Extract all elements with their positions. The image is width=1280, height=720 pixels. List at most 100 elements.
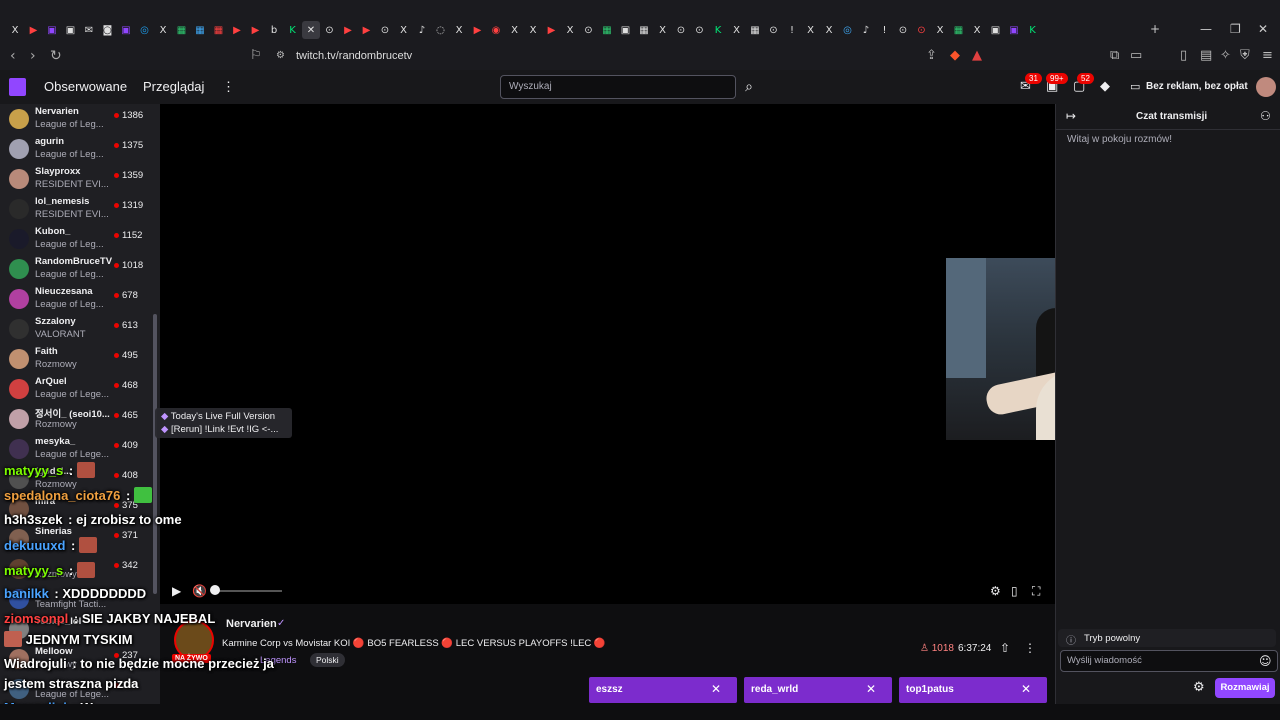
chat-settings-icon[interactable]: ⚙ [1193, 680, 1205, 695]
sidebar-toggle-icon[interactable]: ▯ [1180, 48, 1187, 63]
nav-browse[interactable]: Przeglądaj [143, 79, 204, 94]
sidebar-channel[interactable]: mira 375 [0, 494, 160, 524]
browser-tab-1[interactable]: ▶ [25, 21, 43, 39]
url-field[interactable]: twitch.tv/randombrucetv [296, 50, 412, 62]
video-player[interactable] [160, 104, 1055, 604]
play-icon[interactable]: ▶ [172, 584, 181, 598]
wallet-icon[interactable]: ▤ [1200, 48, 1212, 63]
browser-tab-45[interactable]: ◎ [839, 21, 857, 39]
browser-tab-42[interactable]: ! [783, 21, 801, 39]
sidebar-channel[interactable]: ArQuel League of Lege... 468 [0, 374, 160, 404]
browser-tab-6[interactable]: ▣ [117, 21, 135, 39]
close-icon[interactable]: ✕ [866, 682, 876, 696]
sidebar-channel[interactable]: League of Lege... 226 [0, 674, 160, 704]
menu-icon[interactable]: ≡ [1262, 48, 1273, 63]
channel-name[interactable]: Nervarien [226, 618, 277, 630]
sidebar-channel[interactable]: (god_l... Rozmowy 408 [0, 464, 160, 494]
browser-tab-23[interactable]: ◌ [432, 21, 450, 39]
browser-tab-52[interactable]: X [968, 21, 986, 39]
user-avatar[interactable] [1256, 77, 1276, 97]
browser-tab-44[interactable]: X [820, 21, 838, 39]
browser-tab-26[interactable]: ◉ [487, 21, 505, 39]
browser-tab-4[interactable]: ✉ [80, 21, 98, 39]
stream-game-link[interactable]: Legends [260, 655, 296, 666]
maximize-icon[interactable]: ❐ [1230, 22, 1241, 36]
browser-tab-48[interactable]: ⊙ [894, 21, 912, 39]
browser-tab-15[interactable]: K [284, 21, 302, 39]
browser-tab-29[interactable]: ▶ [543, 21, 561, 39]
browser-tab-0[interactable]: X [6, 21, 24, 39]
browser-tab-16[interactable]: ✕ [302, 21, 320, 39]
browser-tab-36[interactable]: ⊙ [672, 21, 690, 39]
browser-tab-51[interactable]: ▦ [950, 21, 968, 39]
extensions-icon[interactable]: ⧉ [1110, 48, 1119, 63]
browser-tab-49[interactable]: ⊙ [913, 21, 931, 39]
browser-tab-32[interactable]: ▦ [598, 21, 616, 39]
sidebar-channel[interactable]: Tobias_lol [0, 614, 160, 644]
close-icon[interactable]: ✕ [1021, 682, 1031, 696]
browser-tab-53[interactable]: ▣ [987, 21, 1005, 39]
theatre-mode-icon[interactable]: ▯ [1011, 584, 1018, 598]
sidebar-channel[interactable]: Faith Rozmowy 495 [0, 344, 160, 374]
browser-tab-8[interactable]: X [154, 21, 172, 39]
browser-tab-43[interactable]: X [802, 21, 820, 39]
volume-slider[interactable] [212, 590, 282, 592]
tag-chip[interactable]: reda_wrld ✕ [744, 677, 892, 703]
back-icon[interactable]: ‹ [10, 48, 16, 64]
tag-chip[interactable]: eszsz ✕ [589, 677, 737, 703]
browser-tab-9[interactable]: ▦ [173, 21, 191, 39]
sidebar-channel[interactable]: RandomBruceTV League of Leg... 1018 [0, 254, 160, 284]
chat-input[interactable] [1067, 655, 1247, 666]
sidebar-channel[interactable]: Sinerias 371 [0, 524, 160, 554]
sidebar-channel[interactable]: Nervarien League of Leg... 1386 [0, 104, 160, 134]
forward-icon[interactable]: › [30, 48, 36, 64]
screenshot-icon[interactable]: ▭ [1130, 48, 1142, 63]
browser-tab-47[interactable]: ! [876, 21, 894, 39]
new-tab-icon[interactable]: + [1150, 22, 1160, 36]
sidebar-channel[interactable]: Nieuczesana League of Leg... 678 [0, 284, 160, 314]
tag-chip[interactable]: top1patus ✕ [899, 677, 1047, 703]
browser-tab-35[interactable]: X [654, 21, 672, 39]
collapse-chat-icon[interactable]: ↦ [1066, 109, 1076, 123]
browser-tab-25[interactable]: ▶ [469, 21, 487, 39]
close-window-icon[interactable]: ✕ [1258, 22, 1268, 36]
browser-tab-14[interactable]: b [265, 21, 283, 39]
more-options-icon[interactable]: ⋮ [222, 79, 235, 95]
community-icon[interactable]: ⚇ [1260, 109, 1271, 123]
chat-send-button[interactable]: Rozmawiaj [1215, 678, 1275, 698]
browser-tab-27[interactable]: X [506, 21, 524, 39]
no-ads-button[interactable]: Bez reklam, bez opłat [1146, 81, 1248, 92]
browser-tab-41[interactable]: ⊙ [765, 21, 783, 39]
sidebar-channel[interactable]: Slayproxx RESIDENT EVI... 1359 [0, 164, 160, 194]
bits-icon[interactable]: ◆ [1100, 79, 1110, 94]
settings-icon[interactable]: ⚙ [990, 584, 1001, 598]
browser-tab-33[interactable]: ▣ [617, 21, 635, 39]
search-input[interactable]: Wyszukaj [500, 75, 736, 99]
browser-tab-30[interactable]: X [561, 21, 579, 39]
browser-tab-19[interactable]: ▶ [358, 21, 376, 39]
browser-tab-24[interactable]: X [450, 21, 468, 39]
browser-tab-11[interactable]: ▦ [210, 21, 228, 39]
browser-tab-7[interactable]: ◎ [136, 21, 154, 39]
browser-tab-13[interactable]: ▶ [247, 21, 265, 39]
brave-shield-icon[interactable]: ◆ [950, 48, 960, 63]
language-tag[interactable]: Polski [310, 653, 345, 667]
minimize-icon[interactable]: — [1200, 22, 1212, 36]
sidebar-channel[interactable]: Melloow Rozmowy 237 [0, 644, 160, 674]
browser-tab-50[interactable]: X [931, 21, 949, 39]
browser-tab-54[interactable]: ▣ [1005, 21, 1023, 39]
browser-tab-10[interactable]: ▦ [191, 21, 209, 39]
browser-tab-21[interactable]: X [395, 21, 413, 39]
browser-tab-17[interactable]: ⊙ [321, 21, 339, 39]
browser-tab-2[interactable]: ▣ [43, 21, 61, 39]
browser-tab-39[interactable]: X [728, 21, 746, 39]
browser-tab-12[interactable]: ▶ [228, 21, 246, 39]
share-stream-icon[interactable]: ⇧ [1000, 641, 1010, 655]
reload-icon[interactable]: ↻ [50, 48, 62, 64]
sidebar-channel[interactable]: mesyka_ League of Lege... 409 [0, 434, 160, 464]
volume-knob[interactable] [210, 585, 220, 595]
share-icon[interactable]: ⇪ [926, 48, 937, 63]
close-icon[interactable]: ✕ [711, 682, 721, 696]
browser-tab-20[interactable]: ⊙ [376, 21, 394, 39]
fullscreen-icon[interactable]: ⛶ [1032, 584, 1040, 599]
